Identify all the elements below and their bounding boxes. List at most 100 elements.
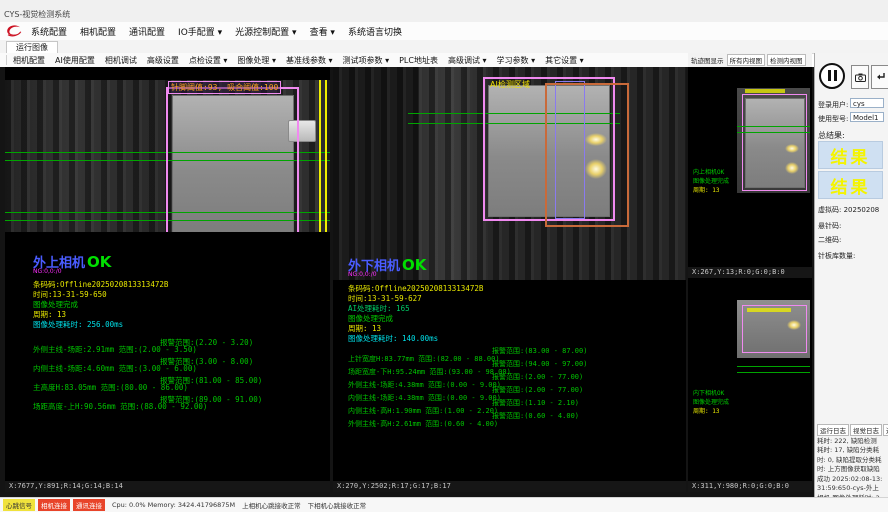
alarm-range: 报警范围:(2.20 - 3.20) [160, 337, 253, 348]
measurement-value: 外侧主线-高H:2.61mm 范围:(0.60 - 4.00) [348, 420, 498, 428]
tab-all-inner-views[interactable]: 所有内视图 [727, 54, 766, 66]
upper-camera-heartbeat-status: 上相机心跳接收正常 [242, 500, 301, 510]
toolbar-test-params[interactable]: 测试项参数 ▾ [343, 55, 390, 66]
result-box-upper: 结果 [818, 141, 883, 169]
stock-count-label: 针板库数量: [818, 251, 855, 261]
alarm-range: 报警范围:(2.00 - 77.00) [492, 372, 583, 382]
ok-status-label: OK [87, 253, 111, 271]
thumb1-image [737, 88, 810, 193]
menu-item-camera-config[interactable]: 相机配置 [80, 25, 116, 38]
pause-button[interactable] [819, 63, 845, 89]
ok-status-label: OK [402, 256, 426, 274]
toolbar-camera-debug[interactable]: 相机调试 [105, 55, 137, 66]
login-user-field[interactable]: cys [850, 98, 884, 108]
result-box-lower: 结果 [818, 171, 883, 199]
alarm-range: 报警范围:(1.10 - 2.10) [492, 398, 579, 408]
qr-code-label: 二维码: [818, 235, 841, 245]
ai-roi-rect-overlay [545, 83, 629, 227]
thumb2-status-line: 图像处理完成 [693, 397, 729, 406]
right-camera-image: AI检测区域 [333, 67, 686, 280]
camera-connection-badge: 相机连接 [38, 499, 70, 511]
process-time-label: 图像处理耗时: 256.00ms [33, 319, 123, 330]
thumb-panel-header: 轨迹图显示 所有内视图 检测内视图 [688, 53, 812, 68]
edge-line-overlay [319, 80, 321, 232]
cpu-memory-status: Cpu: 0.0% Memory: 3424.41796875M [112, 501, 235, 509]
left-camera-view[interactable]: 针脚阈值:93, 吸合阈值:100 外上相机OK NG:0,0:/0 条码码:O… [5, 67, 330, 481]
lower-camera-heartbeat-status: 下相机心跳接收正常 [308, 500, 367, 510]
toolbar-separator [6, 55, 7, 65]
menubar: 系统配置 相机配置 通讯配置 IO手配置 ▾ 光源控制配置 ▾ 查看 ▾ 系统语… [0, 22, 888, 41]
model-field[interactable]: Model1 [850, 112, 884, 122]
right-camera-view[interactable]: AI检测区域 外下相机OK NG:0,0:/0 条码码:Offline20250… [333, 67, 686, 481]
toolbar-advanced-settings[interactable]: 高级设置 [147, 55, 179, 66]
thumb2-coords: X:311,Y:980;R:0;G:0;B:0 [688, 481, 812, 492]
alarm-range: 报警范围:(94.00 - 97.00) [492, 359, 587, 369]
pause-icon [828, 70, 831, 81]
threshold-overlay-label: 针脚阈值:93, 吸合阈值:100 [168, 81, 281, 94]
alarm-range: 报警范围:(83.00 - 87.00) [492, 346, 587, 356]
left-camera-image: 针脚阈值:93, 吸合阈值:100 [5, 80, 330, 232]
thumb1-coords: X:267,Y:13;R:0;G:0;B:0 [688, 267, 812, 278]
result-text: 结果 [831, 143, 871, 168]
left-view-coords: X:7677,Y:891;R:14;G:14;B:14 [5, 481, 330, 492]
thumb2-status-line: 内下相机OK [693, 388, 724, 397]
measurement-row: 外侧主线-场距:2.91mm 范围:(2.00 - 3.50) 报警范围:(2.… [33, 337, 197, 356]
return-arrow-icon [875, 72, 886, 83]
log-tabs: 运行日志 视觉日志 通讯日志 [817, 424, 888, 436]
alarm-range: 报警范围:(81.00 - 85.00) [160, 375, 262, 386]
tab-comm-log[interactable]: 通讯日志 [883, 424, 888, 436]
menu-item-language-switch[interactable]: 系统语言切换 [348, 25, 402, 38]
toolbar-baseline-params[interactable]: 基准线参数 ▾ [286, 55, 333, 66]
thumb-overlay-text [745, 89, 785, 93]
tab-vision-log[interactable]: 视觉日志 [850, 424, 882, 436]
measurement-row: 主高度H:83.05mm 范围:(80.00 - 86.00) 报警范围:(81… [33, 375, 188, 394]
toolbar-image-processing[interactable]: 图像处理 ▾ [237, 55, 276, 66]
toolbar-other-settings[interactable]: 其它设置 ▾ [545, 55, 584, 66]
app-window: CYS-视觉检测系统 系统配置 相机配置 通讯配置 IO手配置 ▾ 光源控制配置… [0, 0, 888, 522]
model-label: 使用型号: [818, 114, 848, 124]
menu-item-comm-config[interactable]: 通讯配置 [129, 25, 165, 38]
ai-region-overlay-label: AI检测区域 [490, 79, 530, 90]
measurement-row: 场距高度-上H:90.56mm 范围:(88.00 - 92.00) 报警范围:… [33, 394, 207, 413]
camera-capture-button[interactable] [851, 65, 869, 89]
app-logo-icon [5, 24, 23, 38]
tab-strip: 运行图像 [0, 40, 888, 54]
toolbar-advanced-debug[interactable]: 高级调试 ▾ [448, 55, 487, 66]
baseline-overlay [737, 372, 810, 373]
tab-run-log[interactable]: 运行日志 [817, 424, 849, 436]
toolbar-learning-params[interactable]: 学习参数 ▾ [497, 55, 536, 66]
trigger-button[interactable] [871, 65, 888, 89]
roi-rect-overlay [166, 87, 299, 232]
result-text: 结果 [831, 173, 871, 198]
thumb1-status-line: 图像处理完成 [693, 176, 729, 185]
control-sidebar: 登录用户: cys 使用型号: Model1 总结果: 结果 结果 虚拟码: 2… [814, 53, 888, 497]
tab-detect-inner-views[interactable]: 检测内视图 [767, 54, 806, 66]
login-user-label: 登录用户: [818, 100, 848, 110]
total-result-label: 总结果: [818, 130, 845, 141]
toolbar-camera-config[interactable]: 相机配置 [13, 55, 45, 66]
baseline-overlay [737, 366, 810, 367]
thumb2-status-line: 周期: 13 [693, 406, 719, 415]
needle-code-label: 悬针码: [818, 221, 841, 231]
thumb-header-label: 轨迹图显示 [691, 55, 724, 65]
alarm-range: 报警范围:(0.60 - 4.00) [492, 411, 579, 421]
menu-item-view[interactable]: 查看 ▾ [310, 25, 335, 38]
status-bar: 心跳信号 相机连接 通讯连接 Cpu: 0.0% Memory: 3424.41… [0, 497, 888, 512]
alarm-range: 报警范围:(2.00 - 77.00) [492, 385, 583, 395]
toolbar-spot-check[interactable]: 点检设置 ▾ [189, 55, 228, 66]
thumb-view-2[interactable]: 内下相机OK 图像处理完成 周期: 13 [688, 278, 812, 481]
menu-item-light-config[interactable]: 光源控制配置 ▾ [235, 25, 296, 38]
alarm-range: 报警范围:(3.00 - 8.00) [160, 356, 253, 367]
edge-line-overlay [325, 80, 327, 232]
alarm-range: 报警范围:(89.00 - 91.00) [160, 394, 262, 405]
toolbar-plc-address-table[interactable]: PLC地址表 [399, 55, 438, 66]
toolbar-ai-usage-config[interactable]: AI使用配置 [55, 55, 95, 66]
menu-item-system-config[interactable]: 系统配置 [31, 25, 67, 38]
pause-icon [834, 70, 837, 81]
menu-item-io-config[interactable]: IO手配置 ▾ [178, 25, 222, 38]
thumb-view-1[interactable]: 内上相机OK 图像处理完成 周期: 13 [688, 67, 812, 267]
thumb1-status-line: 周期: 13 [693, 185, 719, 194]
reflection-glow [585, 159, 607, 179]
ng-info-label: NG:0,0:/0 [33, 268, 62, 275]
right-view-coords: X:270,Y:2502;R:17;G:17;B:17 [333, 481, 686, 492]
